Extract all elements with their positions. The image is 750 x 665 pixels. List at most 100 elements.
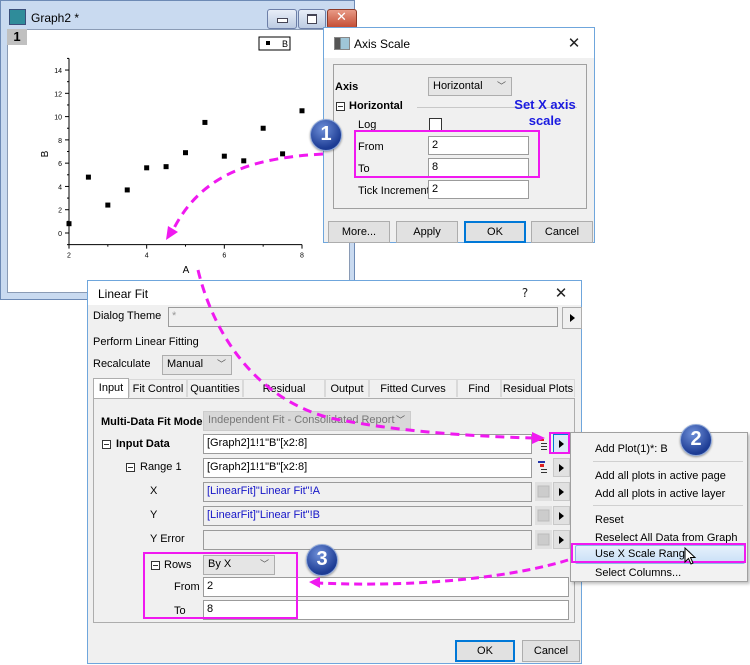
y-tick-label: 14 — [54, 68, 62, 75]
highlight-use-x-scale — [571, 543, 746, 563]
recalculate-value: Manual — [167, 358, 204, 370]
data-point — [66, 221, 72, 227]
x-select-button[interactable] — [535, 482, 552, 501]
tab-quantities[interactable]: Quantities — [187, 379, 243, 397]
play-arrow-icon — [559, 536, 564, 544]
cancel-button[interactable]: Cancel — [531, 221, 593, 243]
annotation-line2: scale — [528, 113, 562, 128]
linear-fit-title-bar[interactable]: Linear Fit ? ✕ — [88, 281, 581, 305]
axis-select[interactable]: Horizontal ﹀ — [428, 77, 512, 96]
x-menu-button[interactable] — [553, 482, 570, 501]
tick-increment-input[interactable]: 2 — [428, 180, 529, 199]
range1-menu-button[interactable] — [553, 458, 570, 477]
y-tick-label: 10 — [54, 115, 62, 122]
linear-fit-title: Linear Fit — [98, 287, 149, 301]
data-point — [105, 202, 111, 208]
data-point — [124, 187, 130, 193]
y-axis-label: B — [40, 150, 51, 157]
highlight-menu-button — [549, 432, 570, 454]
linear-fit-ok-button[interactable]: OK — [455, 640, 515, 662]
apply-button[interactable]: Apply — [396, 221, 458, 243]
recalculate-label: Recalculate — [93, 358, 151, 370]
column-icon — [537, 509, 550, 522]
tab-residual-analysis[interactable]: Residual Analysis — [243, 379, 325, 413]
x-axis-label: A — [183, 265, 190, 276]
step-badge-1: 1 — [310, 119, 342, 151]
multi-data-fit-mode-label: Multi-Data Fit Mode — [101, 416, 203, 428]
data-point — [299, 108, 305, 114]
data-point — [183, 150, 188, 156]
data-point — [163, 164, 169, 170]
x-tick-label: 4 — [145, 253, 149, 260]
input-data-collapse-icon[interactable] — [102, 440, 111, 449]
chart-legend[interactable]: B — [258, 36, 291, 51]
recalculate-select[interactable]: Manual ﹀ — [162, 355, 232, 375]
y-field[interactable]: [LinearFit]"Linear Fit"!B — [203, 506, 532, 526]
tab-fit-control[interactable]: Fit Control — [129, 379, 187, 397]
data-point — [241, 158, 247, 164]
axis-scale-title-bar[interactable]: Axis Scale ✕ — [324, 28, 594, 58]
multi-data-fit-mode-select[interactable]: Independent Fit - Consolidated Report ﹀ — [203, 411, 411, 431]
data-point — [144, 165, 150, 171]
linear-fit-close-button[interactable]: ✕ — [549, 283, 573, 303]
range1-select-button[interactable] — [535, 458, 552, 477]
x-label: X — [150, 485, 158, 497]
range1-field[interactable]: [Graph2]1!1"B"[x2:8] — [203, 458, 532, 478]
dialog-theme-menu-button[interactable] — [562, 307, 582, 329]
ok-button[interactable]: OK — [464, 221, 526, 243]
multi-data-fit-mode-value: Independent Fit - Consolidated Report — [208, 414, 395, 426]
data-point — [202, 119, 208, 125]
dialog-theme-label: Dialog Theme — [93, 310, 162, 322]
axis-scale-close-button[interactable]: ✕ — [562, 33, 586, 53]
y-error-label: Y Error — [150, 533, 185, 545]
axis-select-value: Horizontal — [433, 80, 483, 92]
menu-item-select-columns[interactable]: Select Columns... — [595, 567, 681, 579]
x-field[interactable]: [LinearFit]"Linear Fit"!A — [203, 482, 532, 502]
data-point — [221, 153, 227, 159]
y-error-menu-button[interactable] — [553, 530, 570, 549]
y-select-button[interactable] — [535, 506, 552, 525]
tab-find-xy[interactable]: Find X/Y — [457, 379, 501, 413]
step-badge-2: 2 — [680, 424, 712, 456]
tab-output[interactable]: Output — [325, 379, 369, 397]
y-tick-label: 4 — [58, 184, 62, 191]
legend-label: B — [282, 39, 288, 49]
play-arrow-icon — [570, 314, 575, 322]
column-icon — [537, 485, 550, 498]
more-button[interactable]: More... — [328, 221, 390, 243]
axis-label: Axis — [335, 81, 359, 93]
input-data-label: Input Data — [116, 438, 170, 450]
linear-fit-cancel-button[interactable]: Cancel — [522, 640, 580, 662]
play-arrow-icon — [559, 512, 564, 520]
tab-input[interactable]: Input — [93, 378, 129, 398]
y-error-select-button[interactable] — [535, 530, 552, 549]
tab-bar: Input Fit Control Quantities Residual An… — [93, 378, 580, 413]
menu-item-add-all-plots-page[interactable]: Add all plots in active page — [595, 470, 726, 482]
collapse-icon[interactable] — [336, 102, 345, 111]
tab-fitted-curves-plot[interactable]: Fitted Curves Plot — [369, 379, 457, 413]
menu-item-add-all-plots-layer[interactable]: Add all plots in active layer — [595, 488, 725, 500]
input-data-field[interactable]: [Graph2]1!1"B"[x2:8] — [203, 434, 532, 454]
menu-separator — [593, 505, 743, 506]
legend-marker — [266, 41, 270, 45]
axis-scale-title: Axis Scale — [354, 37, 411, 51]
y-menu-button[interactable] — [553, 506, 570, 525]
y-label: Y — [150, 509, 158, 521]
tab-residual-plots[interactable]: Residual Plots — [501, 379, 575, 397]
menu-item-reset[interactable]: Reset — [595, 514, 624, 526]
menu-separator — [593, 461, 743, 462]
dialog-theme-input[interactable]: * — [168, 307, 558, 327]
y-tick-label: 6 — [58, 161, 62, 168]
data-point — [280, 151, 286, 157]
range1-label: Range 1 — [140, 461, 182, 473]
horizontal-section-label: Horizontal — [349, 100, 403, 112]
chevron-down-icon: ﹀ — [496, 81, 506, 91]
select-range-icon — [538, 461, 547, 473]
scatter-chart: 0 2 4 6 8 10 12 14 2 4 6 8 A B B — [40, 36, 305, 276]
data-point — [260, 125, 266, 131]
y-tick-label: 2 — [58, 208, 62, 215]
y-error-field[interactable] — [203, 530, 532, 550]
help-button[interactable]: ? — [513, 283, 537, 303]
menu-item-add-plot[interactable]: Add Plot(1)*: B — [595, 443, 668, 455]
range1-collapse-icon[interactable] — [126, 463, 135, 472]
